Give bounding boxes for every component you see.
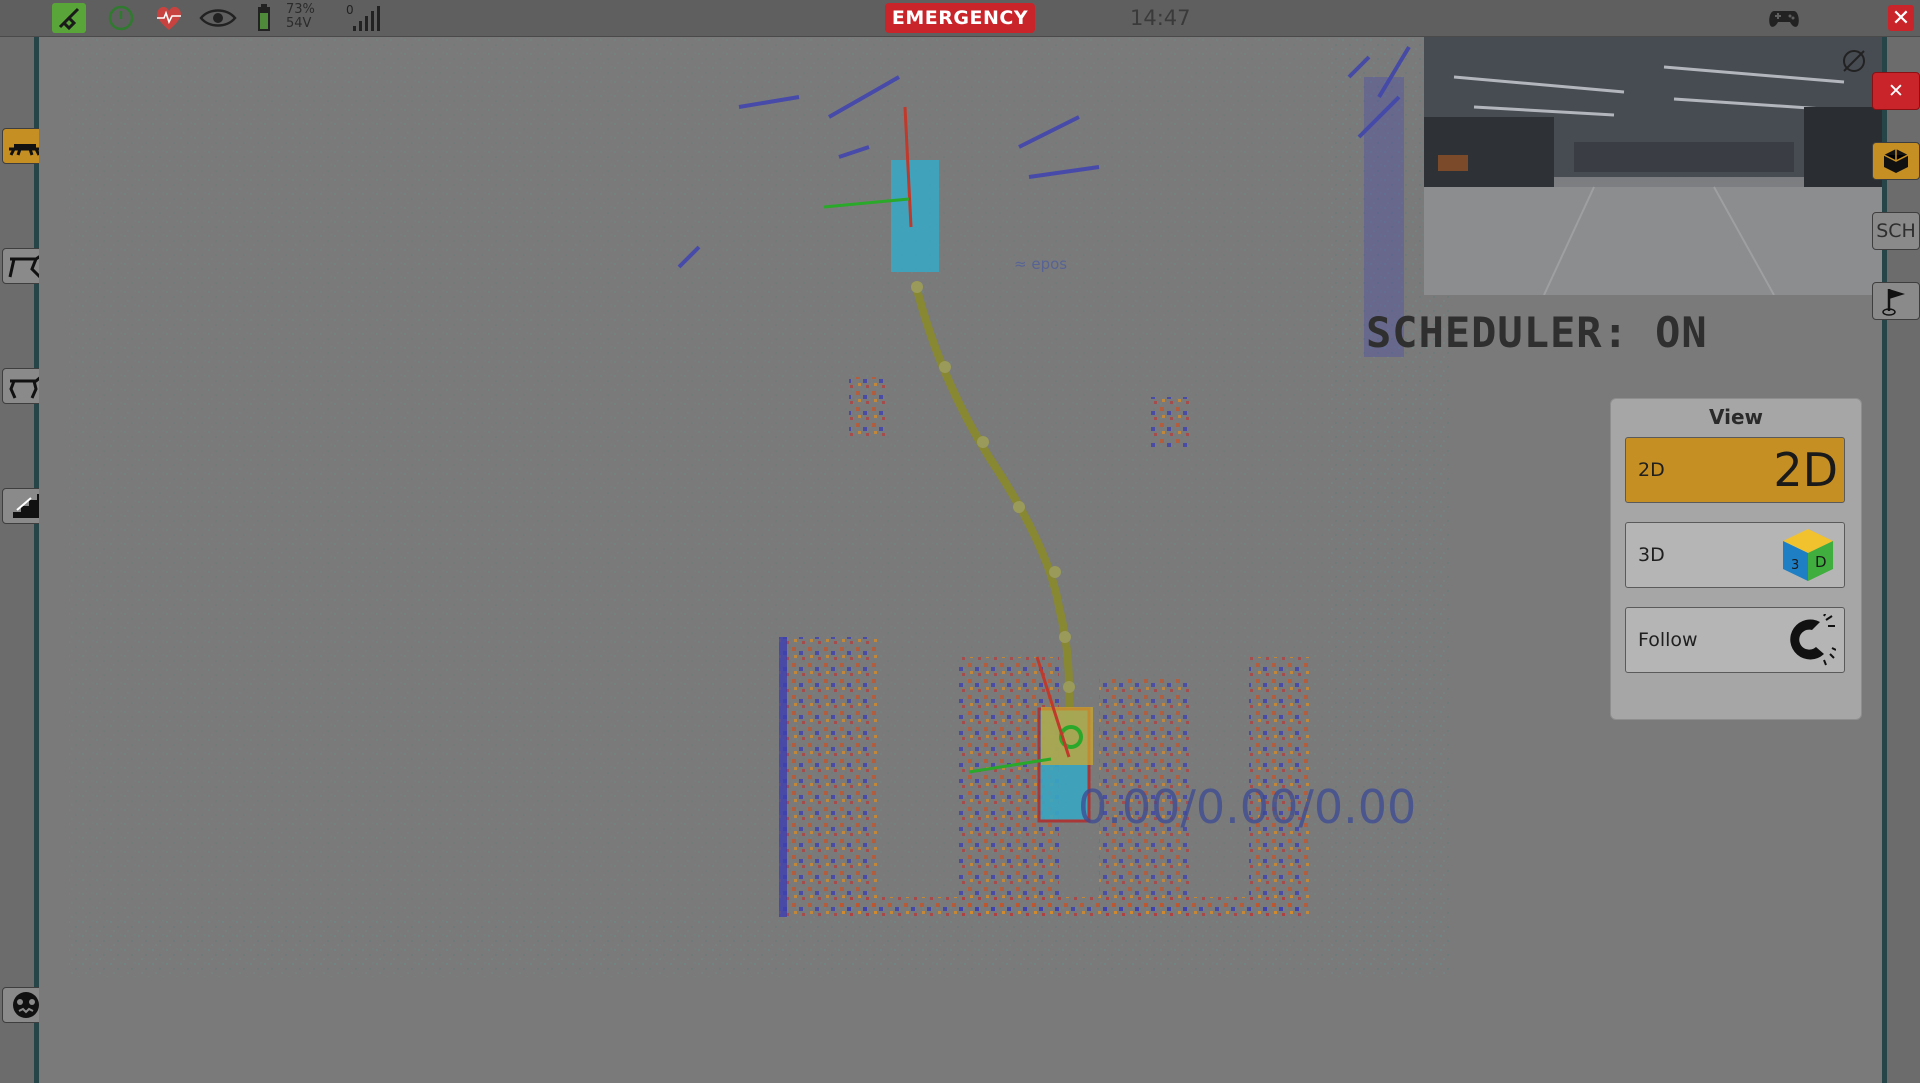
close-icon: ✕ [1888, 80, 1904, 102]
battery-percent: 73% [286, 2, 315, 17]
robot-face-icon [13, 992, 39, 1018]
view-follow-button[interactable]: Follow [1625, 607, 1845, 673]
signal-strength-icon: 0 [346, 3, 384, 33]
emergency-button[interactable]: EMERGENCY [885, 3, 1035, 33]
cube-3d-icon-letter: D [1815, 553, 1827, 571]
heart-health-icon[interactable] [152, 3, 186, 33]
signal-level: 0 [346, 3, 354, 17]
camera-feed[interactable] [1424, 37, 1882, 295]
close-panel-button[interactable]: ✕ [1872, 72, 1920, 110]
battery-icon [256, 3, 272, 33]
close-app-button[interactable]: ✕ [1888, 5, 1914, 31]
view-follow-label: Follow [1638, 629, 1698, 651]
map-cube-button[interactable] [1872, 142, 1920, 180]
magnet-icon [1780, 612, 1836, 668]
goal-label: ≈ epos [1014, 255, 1068, 273]
flag-button[interactable] [1872, 282, 1920, 320]
top-status-bar: 73% 54V 0 EMERGENCY 14:47 ✕ [0, 0, 1920, 37]
view-panel-title: View [1708, 405, 1764, 429]
sch-label: SCH [1876, 220, 1916, 242]
speed-readout: 0.00/0.00/0.00 [1078, 780, 1417, 834]
flag-icon [1882, 289, 1905, 316]
camera-off-icon[interactable] [1840, 47, 1868, 79]
scheduler-button[interactable]: SCH [1872, 212, 1920, 250]
gamepad-icon[interactable] [1766, 3, 1802, 33]
cube-icon [1883, 149, 1909, 173]
view-2d-button[interactable]: 2D 2D [1625, 437, 1845, 503]
clock: 14:47 [1130, 6, 1191, 30]
view-3d-button[interactable]: 3D 3 D [1625, 522, 1845, 588]
connection-plug-icon[interactable] [52, 3, 86, 33]
power-icon[interactable] [106, 3, 136, 33]
view-2d-label: 2D [1638, 459, 1665, 481]
right-sidebar [1887, 37, 1920, 1083]
eye-icon[interactable] [198, 3, 238, 33]
battery-voltage: 54V [286, 16, 312, 31]
battery-readout: 73% 54V [286, 3, 315, 31]
stairs-icon [13, 494, 39, 518]
view-panel: View 2D 2D 3D 3 D Follow [1610, 398, 1862, 720]
cube-3d-icon: 3 D [1780, 527, 1836, 583]
view-3d-label: 3D [1638, 544, 1665, 566]
view-2d-icon: 2D [1773, 443, 1838, 497]
left-sidebar [0, 37, 36, 1083]
scheduler-status: SCHEDULER: ON [1366, 308, 1708, 357]
warehouse-camera-image [1424, 37, 1882, 295]
cube-3d-icon-digit: 3 [1791, 558, 1799, 573]
